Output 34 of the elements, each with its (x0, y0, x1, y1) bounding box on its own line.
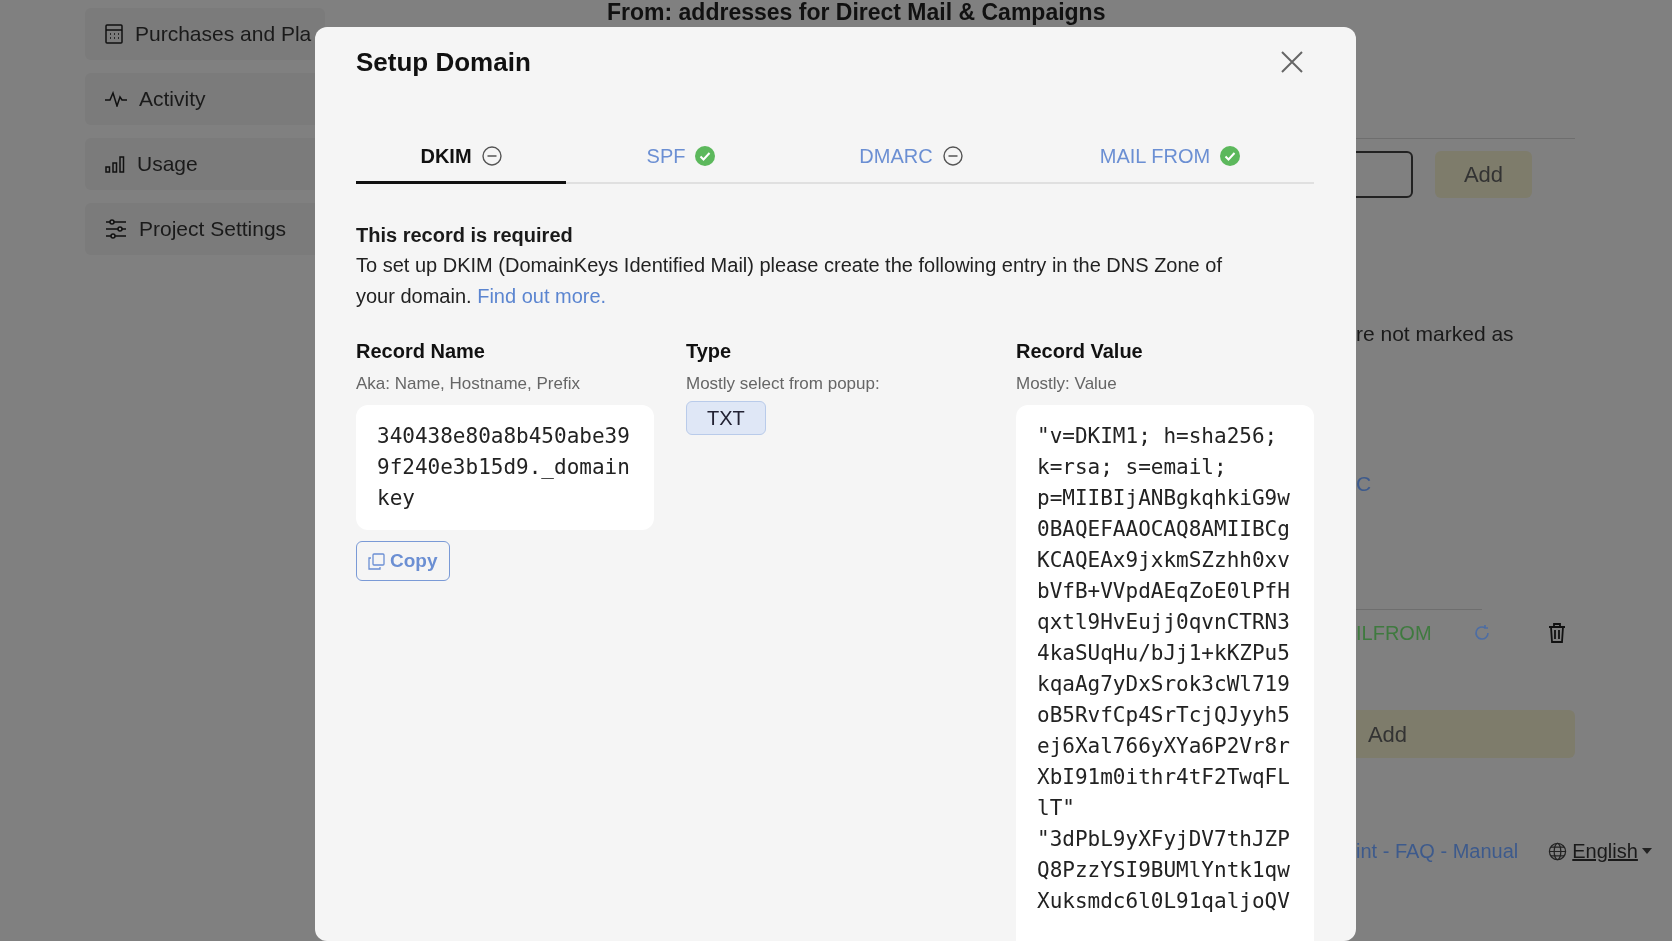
type-badge: TXT (686, 401, 766, 435)
trash-icon[interactable] (1547, 622, 1566, 644)
sliders-icon (105, 219, 127, 239)
tab[interactable]: MAIL FROM (1026, 130, 1314, 184)
link-text[interactable]: C (1356, 471, 1372, 495)
sidebar-item[interactable]: Purchases and Pla (85, 8, 325, 60)
calculator-icon (105, 24, 123, 44)
column-heading: Type (686, 339, 732, 364)
bar-chart-icon (105, 155, 125, 173)
record-value: 340438e80a8b450abe399f240e3b15d9._domainkey (377, 423, 631, 512)
copy-icon (368, 552, 385, 570)
column-heading: Record Value (1016, 339, 1143, 364)
tab[interactable]: DMARC (796, 130, 1026, 184)
column-heading: Record Name (356, 339, 485, 364)
footer-links[interactable]: int - FAQ - Manual (1356, 836, 1519, 866)
page-heading: From: addresses for Direct Mail & Campaigns (607, 0, 1106, 25)
language-link[interactable]: English (1572, 836, 1638, 866)
link[interactable]: Find out more. (477, 285, 607, 307)
hint-text: Mostly: Value (1016, 373, 1117, 395)
add-button[interactable]: Add (1435, 151, 1532, 198)
caret-icon[interactable] (1641, 848, 1652, 854)
modal-title: Setup Domain (356, 45, 531, 79)
required-title: This record is required (356, 223, 574, 248)
tab[interactable]: SPF (566, 130, 796, 184)
hint-text: Mostly select from popup: (686, 373, 880, 395)
pulse-icon (105, 91, 127, 107)
close-icon[interactable] (1281, 51, 1303, 73)
tab[interactable]: DKIM (356, 130, 566, 184)
hint-text: Aka: Name, Hostname, Prefix (356, 373, 580, 395)
description-text: To set up DKIM (DomainKeys Identified Mail) please create the following entry in the DNS Zone of your domain. Find out more. (356, 253, 1223, 309)
note-text: re not marked as (1356, 322, 1514, 345)
globe-icon[interactable] (1548, 841, 1568, 861)
record-status: ILFROM (1356, 621, 1432, 646)
copy-button[interactable]: Copy (356, 541, 450, 581)
